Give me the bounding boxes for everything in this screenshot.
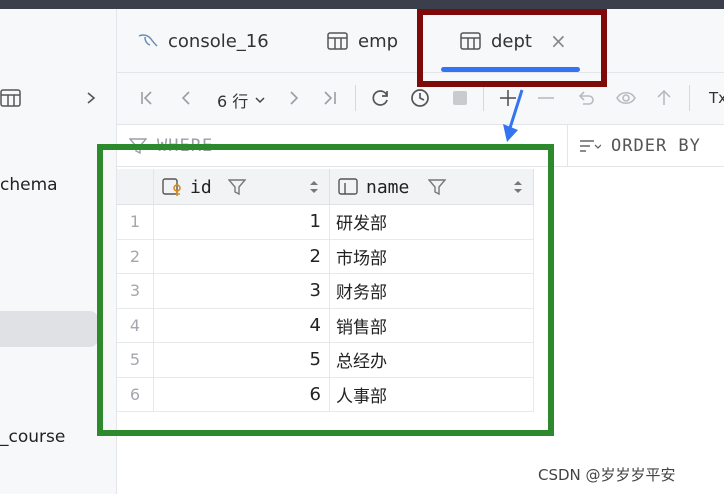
annotation-box-green — [97, 144, 554, 436]
sidebar-item-course[interactable]: _course — [0, 427, 65, 447]
mysql-dolphin-icon — [138, 34, 158, 47]
transaction-mode-label[interactable]: Tx — [709, 89, 724, 107]
submit-arrow-up-icon[interactable] — [653, 87, 675, 109]
sidebar-selected-item[interactable] — [0, 311, 98, 347]
previous-page-icon[interactable] — [175, 87, 197, 109]
revert-icon[interactable] — [575, 87, 597, 109]
toolbar-separator — [483, 85, 484, 111]
tab-label: emp — [358, 30, 399, 52]
order-by-input[interactable]: ORDER BY — [579, 136, 701, 156]
window-top-strip — [0, 0, 724, 9]
tab-console[interactable]: console_16 — [137, 9, 269, 73]
sidebar-item-schema[interactable]: chema — [0, 175, 58, 195]
toolbar-separator — [689, 85, 690, 111]
remove-row-icon[interactable] — [535, 87, 557, 109]
chevron-down-icon — [255, 97, 265, 104]
row-count-dropdown[interactable]: 6 行 — [217, 88, 266, 112]
table-icon — [327, 32, 348, 50]
tab-label: console_16 — [168, 30, 269, 52]
history-clock-icon[interactable] — [409, 87, 431, 109]
order-by-label: ORDER BY — [611, 136, 701, 156]
first-page-icon[interactable] — [137, 87, 159, 109]
annotation-arrow-icon — [503, 89, 524, 142]
watermark-text: CSDN @岁岁岁平安 — [538, 466, 676, 484]
chevron-right-icon[interactable] — [84, 88, 98, 108]
row-count-label: 6 行 — [217, 92, 249, 111]
refresh-icon[interactable] — [369, 87, 391, 109]
tab-emp[interactable]: emp — [327, 9, 398, 73]
next-page-icon[interactable] — [283, 87, 305, 109]
preview-eye-icon[interactable] — [615, 87, 637, 109]
sort-lines-icon — [580, 140, 601, 152]
last-page-icon[interactable] — [319, 87, 341, 109]
stop-icon[interactable] — [449, 87, 471, 109]
annotation-box-red — [417, 9, 607, 87]
filter-separator — [567, 125, 568, 167]
toolbar-separator — [355, 85, 356, 111]
table-icon — [0, 89, 21, 107]
